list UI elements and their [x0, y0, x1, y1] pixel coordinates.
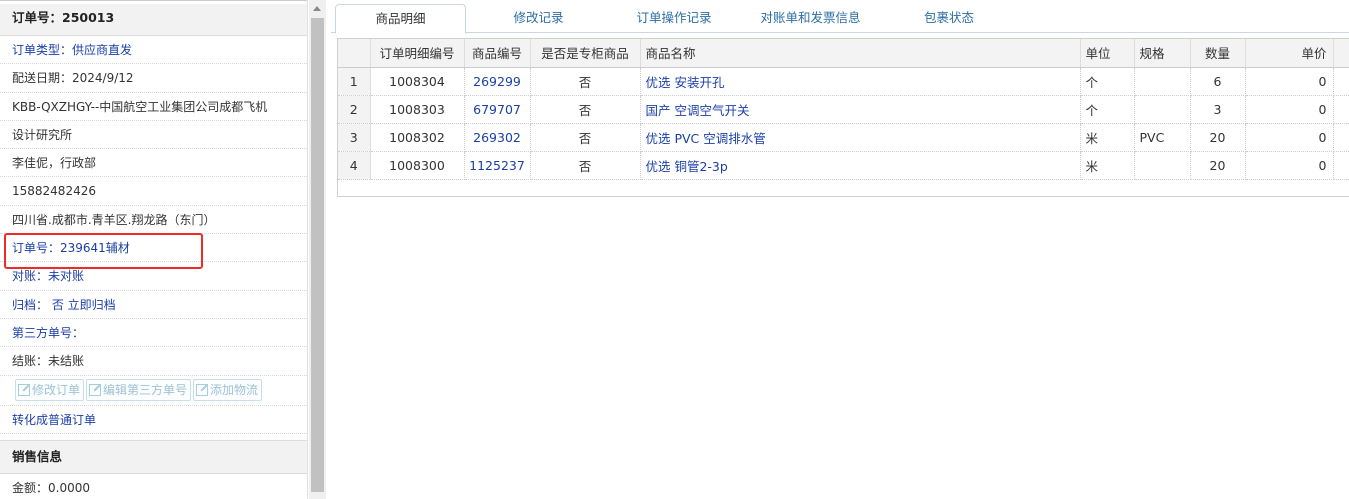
header-spec[interactable]: 规格	[1134, 39, 1191, 68]
edit-icon	[18, 383, 30, 396]
header-extra	[1333, 39, 1349, 68]
tab-package-status[interactable]: 包裹状态	[909, 4, 989, 33]
add-logistics-button[interactable]: 添加物流	[193, 378, 263, 401]
unit: 个	[1080, 95, 1135, 124]
header-product-name[interactable]: 商品名称	[640, 39, 1081, 68]
spec	[1134, 95, 1191, 124]
header-unit[interactable]: 单位	[1080, 39, 1135, 68]
customer-name-cont: 设计研究所	[0, 121, 307, 150]
customer-name: KBB-QXZHGY--中国航空工业集团公司成都飞机	[0, 93, 307, 121]
unit-price: 0	[1245, 123, 1334, 152]
unit: 米	[1080, 151, 1135, 180]
tab-order-operation-log[interactable]: 订单操作记录	[619, 4, 729, 33]
unit-price: 0	[1245, 95, 1334, 124]
tab-change-log[interactable]: 修改记录	[491, 4, 586, 33]
edit-order-button[interactable]: 修改订单	[15, 378, 85, 401]
quantity: 3	[1190, 95, 1246, 124]
edit-third-party-no-button[interactable]: 编辑第三方单号	[86, 378, 192, 401]
tab-product-details[interactable]: 商品明细	[335, 4, 466, 34]
counter-product: 否	[530, 95, 641, 124]
header-unit-price[interactable]: 单价	[1245, 39, 1334, 68]
arrow-up-icon[interactable]	[313, 6, 321, 11]
row-number: 4	[338, 151, 371, 180]
unit: 个	[1080, 67, 1135, 96]
counter-product: 否	[530, 151, 641, 180]
product-name-link[interactable]: 优选 安装开孔	[640, 67, 1081, 96]
product-no-link[interactable]: 269299	[464, 67, 531, 96]
convert-to-normal-order-link[interactable]: 转化成普通订单	[0, 406, 307, 434]
product-no-link[interactable]: 679707	[464, 95, 531, 124]
header-product-no[interactable]: 商品编号	[464, 39, 531, 68]
order-type: 订单类型：供应商直发	[0, 36, 307, 65]
action-buttons: 修改订单 编辑第三方单号 添加物流	[0, 376, 307, 406]
unit-price: 0	[1245, 151, 1334, 180]
quantity: 20	[1190, 151, 1246, 180]
table-row[interactable]: 3 1008302 269302 否 优选 PVC 空调排水管 米 PVC 20…	[338, 123, 1349, 152]
product-name-link[interactable]: 国产 空调空气开关	[640, 95, 1081, 124]
row-number: 3	[338, 123, 371, 152]
quantity: 20	[1190, 123, 1246, 152]
detail-no: 1008302	[370, 123, 465, 152]
detail-no: 1008304	[370, 67, 465, 96]
extra-cell	[1333, 151, 1349, 180]
spec	[1134, 151, 1191, 180]
third-party-order-no[interactable]: 第三方单号：	[0, 319, 307, 348]
settlement-status: 结账：未结账	[0, 347, 307, 376]
header-rownum	[338, 39, 371, 68]
extra-cell	[1333, 123, 1349, 152]
row-number: 1	[338, 67, 371, 96]
product-no-link[interactable]: 269302	[464, 123, 531, 152]
table-row[interactable]: 2 1008303 679707 否 国产 空调空气开关 个 3 0	[338, 95, 1349, 124]
table-row[interactable]: 1 1008304 269299 否 优选 安装开孔 个 6 0	[338, 67, 1349, 96]
counter-product: 否	[530, 123, 641, 152]
unit-price: 0	[1245, 67, 1334, 96]
order-info-panel: 订单号：250013 订单类型：供应商直发 配送日期：2024/9/12 KBB…	[0, 0, 326, 499]
unit: 米	[1080, 123, 1135, 152]
delivery-address: 四川省.成都市.青羊区.翔龙路（东门）	[0, 206, 307, 235]
extra-cell	[1333, 67, 1349, 96]
quantity: 6	[1190, 67, 1246, 96]
delivery-date: 配送日期：2024/9/12	[0, 64, 307, 93]
spec: PVC	[1134, 123, 1191, 152]
header-quantity[interactable]: 数量	[1190, 39, 1246, 68]
contact-person: 李佳伲，行政部	[0, 149, 307, 178]
product-no-link[interactable]: 1125237	[464, 151, 531, 180]
scrollbar-thumb[interactable]	[311, 18, 324, 492]
contact-phone: 15882482426	[0, 177, 307, 206]
spec	[1134, 67, 1191, 96]
edit-icon	[196, 383, 209, 396]
counter-product: 否	[530, 67, 641, 96]
row-number: 2	[338, 95, 371, 124]
edit-icon	[89, 383, 102, 396]
tab-bar: 商品明细 修改记录 订单操作记录 对账单和发票信息 包裹状态	[331, 0, 1349, 34]
extra-cell	[1333, 95, 1349, 124]
table-row[interactable]: 4 1008300 1125237 否 优选 铜管2-3p 米 20 0	[338, 151, 1349, 180]
product-name-link[interactable]: 优选 铜管2-3p	[640, 151, 1081, 180]
detail-panel: 商品明细 修改记录 订单操作记录 对账单和发票信息 包裹状态 订单明细编号 商品…	[331, 0, 1349, 499]
detail-no: 1008300	[370, 151, 465, 180]
detail-no: 1008303	[370, 95, 465, 124]
archive-status[interactable]: 归档： 否 立即归档	[0, 291, 307, 319]
left-vertical-scrollbar[interactable]	[309, 0, 326, 499]
grid-header-row: 订单明细编号 商品编号 是否是专柜商品 商品名称 单位 规格 数量 单价	[338, 39, 1349, 68]
product-grid: 订单明细编号 商品编号 是否是专柜商品 商品名称 单位 规格 数量 单价 1 1…	[337, 38, 1349, 197]
header-detail-no[interactable]: 订单明细编号	[370, 39, 465, 68]
header-counter-product[interactable]: 是否是专柜商品	[530, 39, 641, 68]
tab-statement-invoice[interactable]: 对账单和发票信息	[743, 4, 878, 33]
order-title: 订单号：250013	[0, 4, 307, 36]
product-name-link[interactable]: 优选 PVC 空调排水管	[640, 123, 1081, 152]
sales-info-header: 销售信息	[0, 439, 307, 474]
highlight-box	[4, 233, 203, 269]
sales-amount: 金额：0.0000	[0, 474, 307, 499]
